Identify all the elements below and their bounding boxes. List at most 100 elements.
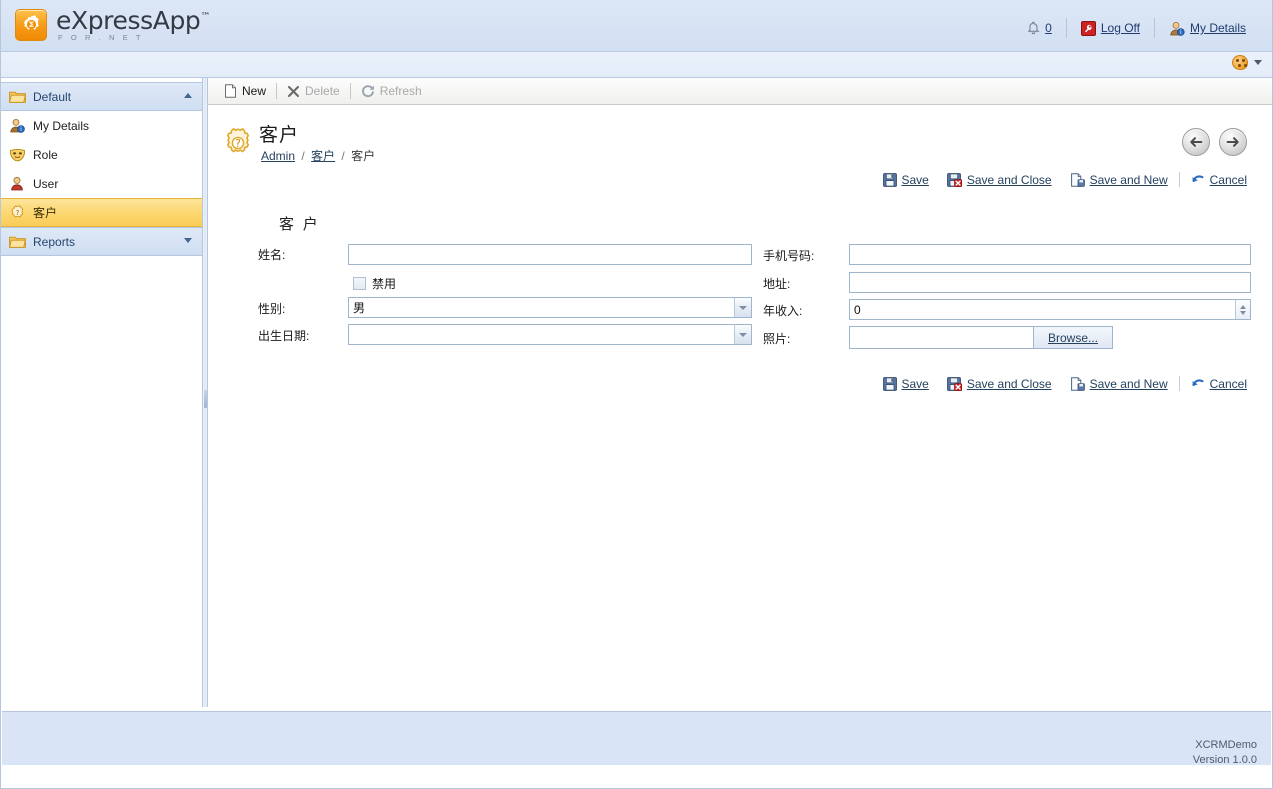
income-spinner[interactable] <box>849 299 1251 320</box>
sidebar-item-user[interactable]: User <box>1 169 202 198</box>
close-icon <box>287 85 300 98</box>
cancel-button[interactable]: Cancel <box>1182 173 1256 187</box>
toolbar-divider-1 <box>276 83 278 99</box>
previous-record-button[interactable] <box>1182 128 1210 156</box>
income-spin-buttons[interactable] <box>1235 300 1250 319</box>
spin-up-icon[interactable] <box>1240 304 1246 309</box>
log-off-icon <box>1080 20 1096 36</box>
sidebar-item-customer[interactable]: ? 客户 <box>1 198 202 227</box>
new-document-icon <box>224 84 237 98</box>
save-button[interactable]: Save <box>874 173 938 187</box>
name-input[interactable] <box>348 244 752 265</box>
field-gender: 性别: <box>258 300 348 317</box>
save-button-bottom[interactable]: Save <box>874 377 938 391</box>
chevron-down-icon <box>739 332 747 337</box>
arrow-right-icon <box>1226 137 1239 147</box>
address-label: 地址: <box>763 277 791 291</box>
bell-icon <box>1027 21 1040 35</box>
arrow-left-icon <box>1190 137 1203 147</box>
chevron-up-icon <box>184 93 192 98</box>
photo-input[interactable] <box>849 326 1034 349</box>
logo-title-text: eXpressApp <box>56 6 201 35</box>
save-and-close-button-bottom[interactable]: Save and Close <box>938 377 1061 391</box>
action-bar-bottom: Save Save and Close Save and New Cancel <box>874 376 1257 391</box>
sidebar-group-default[interactable]: Default <box>1 82 202 111</box>
breadcrumb-separator: / <box>341 149 345 163</box>
log-off-label[interactable]: Log Off <box>1101 21 1140 35</box>
field-photo: 照片: <box>763 330 849 347</box>
sidebar-group-label: Default <box>33 89 72 104</box>
record-toolbar: New Delete Refresh <box>208 78 1272 105</box>
cancel-button-bottom[interactable]: Cancel <box>1182 377 1256 391</box>
gender-input[interactable] <box>348 297 752 318</box>
save-and-close-icon <box>946 172 962 187</box>
field-phone: 手机号码: <box>763 247 849 264</box>
disabled-checkbox[interactable] <box>353 277 366 290</box>
sidebar-item-role[interactable]: Role <box>1 140 202 169</box>
svg-text:?: ? <box>235 137 241 150</box>
palette-icon <box>1232 55 1248 70</box>
cancel-label[interactable]: Cancel <box>1210 173 1247 187</box>
folder-icon <box>9 234 26 249</box>
refresh-button-label: Refresh <box>379 84 422 98</box>
breadcrumb-root[interactable]: Admin <box>261 149 295 163</box>
svg-text:?: ? <box>16 208 20 217</box>
log-off-link[interactable]: Log Off <box>1067 20 1154 36</box>
save-and-close-label[interactable]: Save and Close <box>967 173 1052 187</box>
sidebar-group-label: Reports <box>33 234 76 249</box>
field-name: 姓名: <box>258 246 348 263</box>
breadcrumb-current: 客户 <box>351 149 376 163</box>
notifications-link[interactable]: 0 <box>1013 21 1066 35</box>
my-details-label[interactable]: My Details <box>1190 21 1246 35</box>
sidebar-item-label: 客户 <box>33 206 58 220</box>
footer-info: XCRMDemo Version 1.0.0 <box>1193 738 1257 768</box>
phone-input[interactable] <box>849 244 1251 265</box>
refresh-button[interactable]: Refresh <box>353 82 430 100</box>
save-and-close-button[interactable]: Save and Close <box>938 173 1061 187</box>
next-record-button[interactable] <box>1219 128 1247 156</box>
save-and-new-button[interactable]: Save and New <box>1061 173 1177 187</box>
address-input[interactable] <box>849 272 1251 293</box>
notifications-count[interactable]: 0 <box>1045 21 1052 35</box>
gender-dropdown-button[interactable] <box>734 298 751 317</box>
photo-label: 照片: <box>763 332 791 346</box>
page-title-icon: ? <box>223 128 253 158</box>
sidebar-navigation: Default i My Details Role User ? 客户 Repo… <box>1 78 203 707</box>
gender-combobox[interactable] <box>348 297 752 318</box>
header-actions: 0 Log Off i My Details <box>1013 18 1260 38</box>
birthday-input[interactable] <box>348 324 752 345</box>
disabled-label: 禁用 <box>372 277 397 291</box>
action-divider <box>1178 172 1180 187</box>
birthday-dropdown-button[interactable] <box>734 325 751 344</box>
sidebar-item-label: My Details <box>33 118 90 133</box>
application-window: eXpressApp™ F O R . N E T 0 Log Off i My… <box>0 0 1273 789</box>
new-button-label: New <box>242 84 267 98</box>
delete-button[interactable]: Delete <box>279 82 348 100</box>
browse-button-label: Browse... <box>1048 330 1099 345</box>
breadcrumb-parent[interactable]: 客户 <box>311 149 335 163</box>
save-label[interactable]: Save <box>902 173 929 187</box>
sidebar-group-reports[interactable]: Reports <box>1 227 202 256</box>
save-label[interactable]: Save <box>902 377 929 391</box>
user-details-icon: i <box>1169 21 1185 36</box>
theme-selector-button[interactable] <box>1232 55 1262 70</box>
theme-bar <box>1 52 1272 78</box>
income-input[interactable] <box>849 299 1251 320</box>
birthday-datepicker[interactable] <box>348 324 752 345</box>
browse-button[interactable]: Browse... <box>1034 326 1114 349</box>
save-and-close-label[interactable]: Save and Close <box>967 377 1052 391</box>
new-button[interactable]: New <box>216 82 274 100</box>
sidebar-item-my-details[interactable]: i My Details <box>1 111 202 140</box>
record-navigation <box>1182 128 1247 156</box>
save-and-new-label[interactable]: Save and New <box>1090 377 1168 391</box>
spin-down-icon[interactable] <box>1240 310 1246 315</box>
page-bottom-strip <box>1 765 1272 788</box>
folder-icon <box>9 89 26 104</box>
save-and-new-button-bottom[interactable]: Save and New <box>1061 377 1177 391</box>
my-details-link[interactable]: i My Details <box>1155 21 1260 36</box>
app-header: eXpressApp™ F O R . N E T 0 Log Off i My… <box>1 0 1272 52</box>
app-name: XCRMDemo <box>1195 739 1257 751</box>
cancel-label[interactable]: Cancel <box>1210 377 1247 391</box>
refresh-icon <box>361 84 375 98</box>
save-and-new-label[interactable]: Save and New <box>1090 173 1168 187</box>
